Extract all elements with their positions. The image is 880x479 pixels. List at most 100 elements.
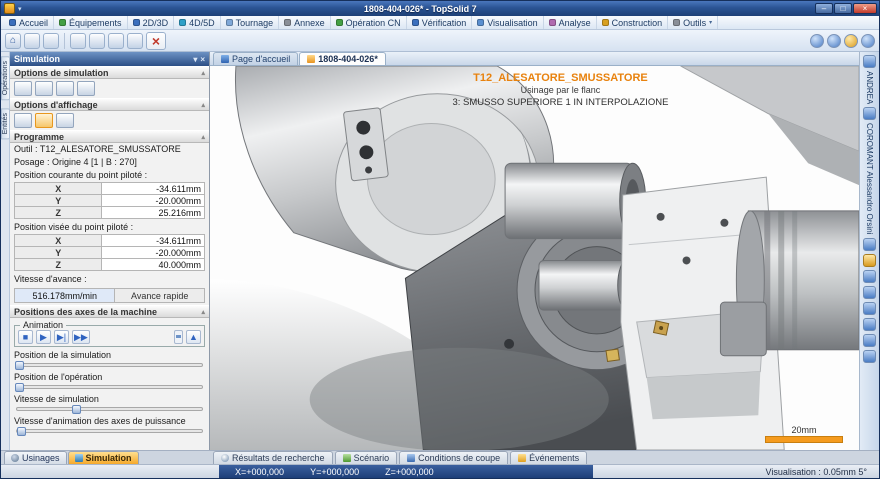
display-option-2-icon[interactable]	[35, 113, 53, 128]
help-round-icon[interactable]	[810, 34, 824, 48]
display-option-1-icon[interactable]	[14, 113, 32, 128]
ribbon-tab-equipements[interactable]: Équipements	[54, 16, 128, 29]
home-button[interactable]: ⌂	[5, 33, 21, 49]
simulation-position-slider[interactable]	[16, 363, 203, 367]
side-tab-operations[interactable]: Opérations	[1, 56, 10, 100]
ribbon-tab-verification[interactable]: Vérification	[407, 16, 473, 29]
tooling-icon[interactable]	[863, 286, 876, 299]
3d-scene[interactable]: T12_ALESATORE_SMUSSATORE Usinage par le …	[210, 66, 859, 450]
raise-button[interactable]: ▲	[186, 330, 201, 344]
options-icon[interactable]	[863, 350, 876, 363]
stock-icon[interactable]	[863, 302, 876, 315]
cutting-conditions-icon	[407, 454, 415, 462]
tab-resultats-recherche[interactable]: Résultats de recherche	[213, 451, 333, 464]
axis-icon	[179, 19, 186, 26]
panel-close-icon[interactable]: ×	[200, 55, 205, 64]
rail-label-coromant[interactable]: COROMANT Alessandro Orsini	[865, 123, 874, 234]
user-icon[interactable]	[863, 55, 876, 68]
section-programme[interactable]: Programme ▴	[10, 130, 209, 143]
redo-icon[interactable]	[89, 33, 105, 49]
fast-forward-button[interactable]: ▶▶	[72, 330, 90, 344]
axis-value: -20.000mm	[102, 247, 205, 259]
collapse-icon[interactable]: ▴	[201, 308, 205, 316]
ribbon-tab-operation-cn[interactable]: Opération CN	[331, 16, 407, 29]
doc-tab-home[interactable]: Page d'accueil	[213, 52, 298, 65]
collapse-icon[interactable]: ▴	[201, 101, 205, 109]
ribbon-tab-2d3d[interactable]: 2D/3D	[128, 16, 175, 29]
measure-icon[interactable]	[863, 334, 876, 347]
delete-button[interactable]: ×	[146, 32, 166, 50]
target-position-table: X -34.611mm Y -20.000mm Z 40.000mm	[14, 234, 205, 271]
undo-icon[interactable]	[70, 33, 86, 49]
step-button[interactable]: ▶|	[54, 330, 69, 344]
machine-icon[interactable]	[863, 270, 876, 283]
doc-tab-document[interactable]: 1808-404-026*	[299, 52, 386, 65]
ribbon-tab-tournage[interactable]: Tournage	[221, 16, 280, 29]
save-document-icon[interactable]	[43, 33, 59, 49]
ribbon-tab-visualisation[interactable]: Visualisation	[472, 16, 543, 29]
sim-option-1-icon[interactable]	[14, 81, 32, 96]
side-tab-entites[interactable]: Entités	[1, 108, 10, 139]
section-machine-axes[interactable]: Positions des axes de la machine ▴	[10, 305, 209, 318]
collapse-icon[interactable]: ▴	[201, 133, 205, 141]
info-round-icon[interactable]	[827, 34, 841, 48]
catalog-icon[interactable]	[863, 254, 876, 267]
tab-conditions-coupe[interactable]: Conditions de coupe	[399, 451, 508, 464]
copy-icon[interactable]	[108, 33, 124, 49]
slider-thumb[interactable]	[15, 383, 24, 392]
component-icon[interactable]	[863, 238, 876, 251]
sim-option-4-icon[interactable]	[77, 81, 95, 96]
app-icon	[4, 3, 15, 14]
sim-option-2-icon[interactable]	[35, 81, 53, 96]
panel-tab-group: Usinages Simulation	[1, 451, 210, 464]
sim-option-3-icon[interactable]	[56, 81, 74, 96]
ribbon-tab-analyse[interactable]: Analyse	[544, 16, 597, 29]
setup-label: Posage : Origine 4 [1 | B : 270]	[10, 156, 209, 169]
slider-thumb[interactable]	[72, 405, 81, 414]
topsolid-window: ▾ 1808-404-026* - TopSolid 7 – □ × Accue…	[0, 0, 880, 479]
animation-group: Animation ■ ▶ ▶| ▶▶ ▲	[14, 325, 205, 347]
stop-button[interactable]: ■	[18, 330, 33, 344]
section-options-affichage[interactable]: Options d'affichage ▴	[10, 98, 209, 111]
ribbon-tab-4d5d[interactable]: 4D/5D	[174, 16, 221, 29]
tab-evenements[interactable]: Événements	[510, 451, 587, 464]
settings-round-icon[interactable]	[861, 34, 875, 48]
pin-icon[interactable]: ▾	[193, 55, 197, 64]
paste-icon[interactable]	[127, 33, 143, 49]
axis-speed-slider-icon[interactable]	[174, 330, 183, 344]
nc-operation-icon	[336, 19, 343, 26]
display-option-3-icon[interactable]	[56, 113, 74, 128]
slider-thumb[interactable]	[17, 427, 26, 436]
coordinate-readout: X=+000,000 Y=+000,000 Z=+000,000	[219, 465, 593, 478]
tab-simulation[interactable]: Simulation	[68, 451, 139, 464]
play-button[interactable]: ▶	[36, 330, 51, 344]
ribbon-tab-annexe[interactable]: Annexe	[279, 16, 331, 29]
library-icon[interactable]	[863, 107, 876, 120]
machining-simulation-render	[210, 66, 859, 450]
events-icon	[518, 454, 526, 462]
fixture-icon[interactable]	[863, 318, 876, 331]
quick-access-dropdown-icon[interactable]: ▾	[18, 5, 22, 13]
tab-usinages[interactable]: Usinages	[4, 451, 67, 464]
open-document-icon[interactable]	[24, 33, 40, 49]
maximize-button[interactable]: □	[834, 3, 852, 14]
simulation-speed-slider[interactable]	[16, 407, 203, 411]
simulation-panel-header[interactable]: Simulation ▾ ×	[10, 52, 209, 66]
ribbon-tab-accueil[interactable]: Accueil	[4, 16, 54, 29]
minimize-button[interactable]: –	[815, 3, 833, 14]
ribbon-tab-outils[interactable]: Outils▾	[668, 16, 718, 29]
close-button[interactable]: ×	[853, 3, 877, 14]
rail-label-andrea[interactable]: ANDREA	[865, 71, 874, 104]
tab-scenario[interactable]: Scénario	[335, 451, 398, 464]
corner-spacer	[859, 451, 879, 464]
section-options-simulation[interactable]: Options de simulation ▴	[10, 66, 209, 79]
slider-thumb[interactable]	[15, 361, 24, 370]
operation-position-slider[interactable]	[16, 385, 203, 389]
axis-value: -20.000mm	[102, 195, 205, 207]
title-bar[interactable]: ▾ 1808-404-026* - TopSolid 7 – □ ×	[1, 1, 879, 16]
axes-animation-speed-slider[interactable]	[16, 429, 203, 433]
axis-label: X	[15, 183, 102, 195]
ribbon-tab-construction[interactable]: Construction	[597, 16, 669, 29]
collapse-icon[interactable]: ▴	[201, 69, 205, 77]
license-round-icon[interactable]	[844, 34, 858, 48]
